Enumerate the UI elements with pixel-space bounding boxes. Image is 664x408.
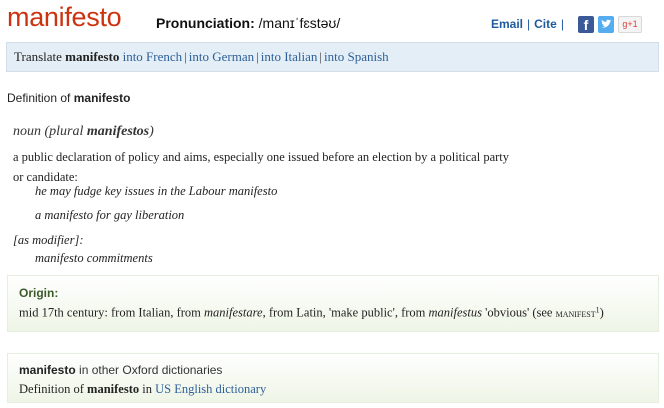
translate-spanish-link[interactable]: into Spanish	[324, 49, 389, 64]
part-of-speech: noun (plural manifestos)	[13, 124, 154, 139]
pronunciation: Pronunciation: /manɪˈfɛstəʊ/	[156, 15, 340, 31]
other-dictionary-entry: Definition of manifesto in US English di…	[19, 382, 267, 396]
translate-italian-link[interactable]: into Italian	[261, 49, 318, 64]
other-dictionaries-panel: manifesto in other Oxford dictionaries D…	[7, 353, 659, 403]
translate-german-link[interactable]: into German	[189, 49, 254, 64]
cross-reference-link[interactable]: manifest1	[556, 305, 600, 320]
facebook-icon[interactable]: f	[578, 16, 594, 33]
pronunciation-label: Pronunciation:	[156, 15, 255, 31]
pronunciation-ipa: /manɪˈfɛstəʊ/	[258, 15, 341, 31]
origin-panel: Origin: mid 17th century: from Italian, …	[7, 275, 659, 332]
translate-bar: Translate manifesto into French | into Ger…	[6, 42, 659, 72]
origin-text: mid 17th century: from Italian, from man…	[19, 305, 604, 320]
us-english-dictionary-link[interactable]: US English dictionary	[155, 382, 266, 396]
example-sentence: he may fudge key issues in the Labour ma…	[35, 184, 278, 198]
cite-link[interactable]: Cite	[534, 17, 557, 31]
translate-prefix: Translate	[14, 49, 62, 64]
definition-heading: Definition of manifesto	[7, 91, 131, 105]
other-dictionaries-title: manifesto in other Oxford dictionaries	[19, 363, 223, 377]
translate-french-link[interactable]: into French	[123, 49, 183, 64]
share-links: Email | Cite |	[491, 17, 564, 31]
sense-definition: a public declaration of policy and aims,…	[13, 150, 510, 184]
plural-form: manifestos	[86, 124, 150, 139]
modifier-label: [as modifier]:	[13, 233, 84, 247]
twitter-icon[interactable]	[598, 16, 614, 33]
translate-word: manifesto	[65, 49, 120, 64]
modifier-example: manifesto commitments	[35, 251, 153, 265]
origin-title: Origin:	[19, 286, 59, 300]
google-plus-icon[interactable]: g+1	[618, 16, 642, 33]
headword-title: manifesto	[7, 2, 122, 32]
example-sentence: a manifesto for gay liberation	[35, 208, 185, 222]
email-link[interactable]: Email	[491, 17, 523, 31]
